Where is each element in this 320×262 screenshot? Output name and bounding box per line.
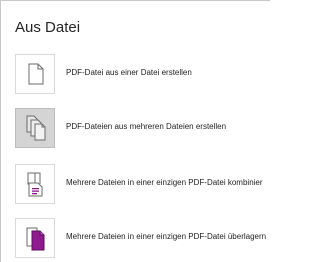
multiple-pages-icon	[26, 115, 46, 141]
option-label: Mehrere Dateien in einer einzigen PDF-Da…	[66, 178, 263, 187]
section-title: Aus Datei	[15, 19, 81, 36]
combine-files-into-pdf-option[interactable]: Mehrere Dateien in einer einzigen PDF-Da…	[15, 164, 285, 208]
option-label: PDF-Dateien aus mehreren Dateien erstell…	[66, 122, 227, 131]
option-tile[interactable]	[15, 54, 55, 94]
overlay-files-into-pdf-option[interactable]: Mehrere Dateien in einer einzigen PDF-Da…	[15, 218, 285, 262]
create-pdf-from-file-option[interactable]: PDF-Datei aus einer Datei erstellen	[15, 54, 285, 98]
from-file-panel: Aus Datei PDF-Datei aus einer Datei erst…	[0, 0, 270, 262]
panel-top-border	[0, 0, 270, 1]
option-tile[interactable]	[15, 108, 55, 148]
option-label: Mehrere Dateien in einer einzigen PDF-Da…	[66, 232, 267, 241]
option-label: PDF-Datei aus einer Datei erstellen	[66, 68, 192, 77]
create-pdfs-from-multiple-files-option[interactable]: PDF-Dateien aus mehreren Dateien erstell…	[15, 108, 285, 152]
combine-pages-icon	[27, 172, 43, 197]
overlay-pages-icon	[26, 227, 45, 251]
blank-page-icon	[28, 63, 44, 85]
option-tile[interactable]	[15, 164, 55, 204]
panel-left-border	[0, 0, 1, 262]
option-tile[interactable]	[15, 218, 55, 258]
